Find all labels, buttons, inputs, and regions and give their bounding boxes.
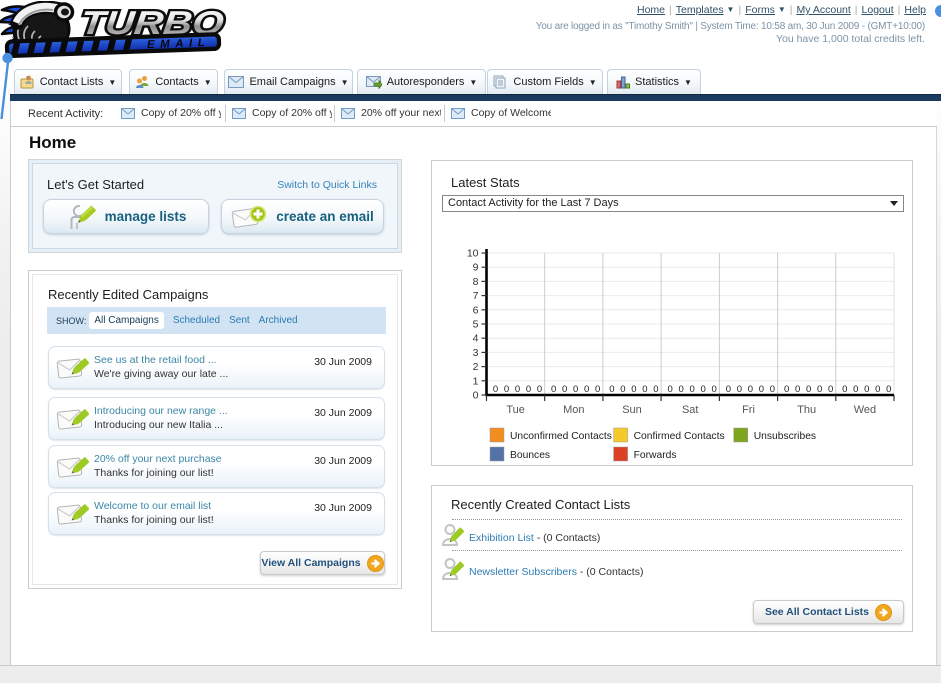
svg-text:8: 8 — [473, 276, 479, 288]
svg-text:5: 5 — [473, 319, 479, 331]
svg-text:0: 0 — [631, 384, 636, 395]
svg-text:0: 0 — [726, 384, 731, 395]
svg-text:EMAIL: EMAIL — [147, 37, 211, 51]
svg-text:Confirmed Contacts: Confirmed Contacts — [634, 431, 725, 442]
svg-text:Wed: Wed — [854, 404, 876, 416]
svg-text:0: 0 — [504, 384, 509, 395]
svg-text:0: 0 — [828, 384, 833, 395]
svg-text:0: 0 — [842, 384, 847, 395]
svg-text:0: 0 — [817, 384, 822, 395]
svg-text:0: 0 — [609, 384, 614, 395]
svg-text:Tue: Tue — [506, 404, 525, 416]
svg-text:Unconfirmed Contacts: Unconfirmed Contacts — [510, 431, 612, 442]
svg-text:0: 0 — [711, 384, 716, 395]
svg-text:0: 0 — [573, 384, 578, 395]
svg-text:Mon: Mon — [563, 404, 584, 416]
svg-text:3: 3 — [473, 347, 479, 359]
svg-text:0: 0 — [770, 384, 775, 395]
svg-text:0: 0 — [642, 384, 647, 395]
svg-text:0: 0 — [667, 384, 672, 395]
svg-text:0: 0 — [689, 384, 694, 395]
svg-text:0: 0 — [653, 384, 658, 395]
svg-text:0: 0 — [515, 384, 520, 395]
svg-text:0: 0 — [886, 384, 891, 395]
svg-text:6: 6 — [473, 304, 479, 316]
svg-text:4: 4 — [473, 333, 479, 345]
svg-text:9: 9 — [473, 262, 479, 274]
svg-text:10: 10 — [467, 248, 479, 260]
svg-text:0: 0 — [678, 384, 683, 395]
svg-text:Sun: Sun — [622, 404, 642, 416]
svg-text:Sat: Sat — [682, 404, 699, 416]
svg-text:0: 0 — [795, 384, 800, 395]
svg-text:0: 0 — [493, 384, 498, 395]
svg-text:0: 0 — [784, 384, 789, 395]
svg-text:0: 0 — [584, 384, 589, 395]
svg-text:0: 0 — [620, 384, 625, 395]
svg-text:0: 0 — [759, 384, 764, 395]
svg-text:Bounces: Bounces — [510, 450, 550, 461]
svg-text:Unsubscribes: Unsubscribes — [754, 431, 816, 442]
svg-text:0: 0 — [551, 384, 556, 395]
svg-text:Thu: Thu — [797, 404, 816, 416]
svg-text:2: 2 — [473, 361, 479, 373]
svg-text:0: 0 — [748, 384, 753, 395]
svg-text:0: 0 — [562, 384, 567, 395]
svg-text:0: 0 — [526, 384, 531, 395]
svg-text:0: 0 — [595, 384, 600, 395]
svg-text:0: 0 — [853, 384, 858, 395]
svg-text:1: 1 — [473, 375, 479, 387]
svg-text:Forwards: Forwards — [634, 450, 677, 461]
svg-text:7: 7 — [473, 290, 479, 302]
svg-text:0: 0 — [700, 384, 705, 395]
svg-text:0: 0 — [875, 384, 880, 395]
svg-text:Fri: Fri — [742, 404, 755, 416]
svg-text:0: 0 — [473, 390, 479, 402]
svg-text:0: 0 — [537, 384, 542, 395]
svg-text:0: 0 — [864, 384, 869, 395]
svg-text:0: 0 — [806, 384, 811, 395]
svg-text:0: 0 — [737, 384, 742, 395]
